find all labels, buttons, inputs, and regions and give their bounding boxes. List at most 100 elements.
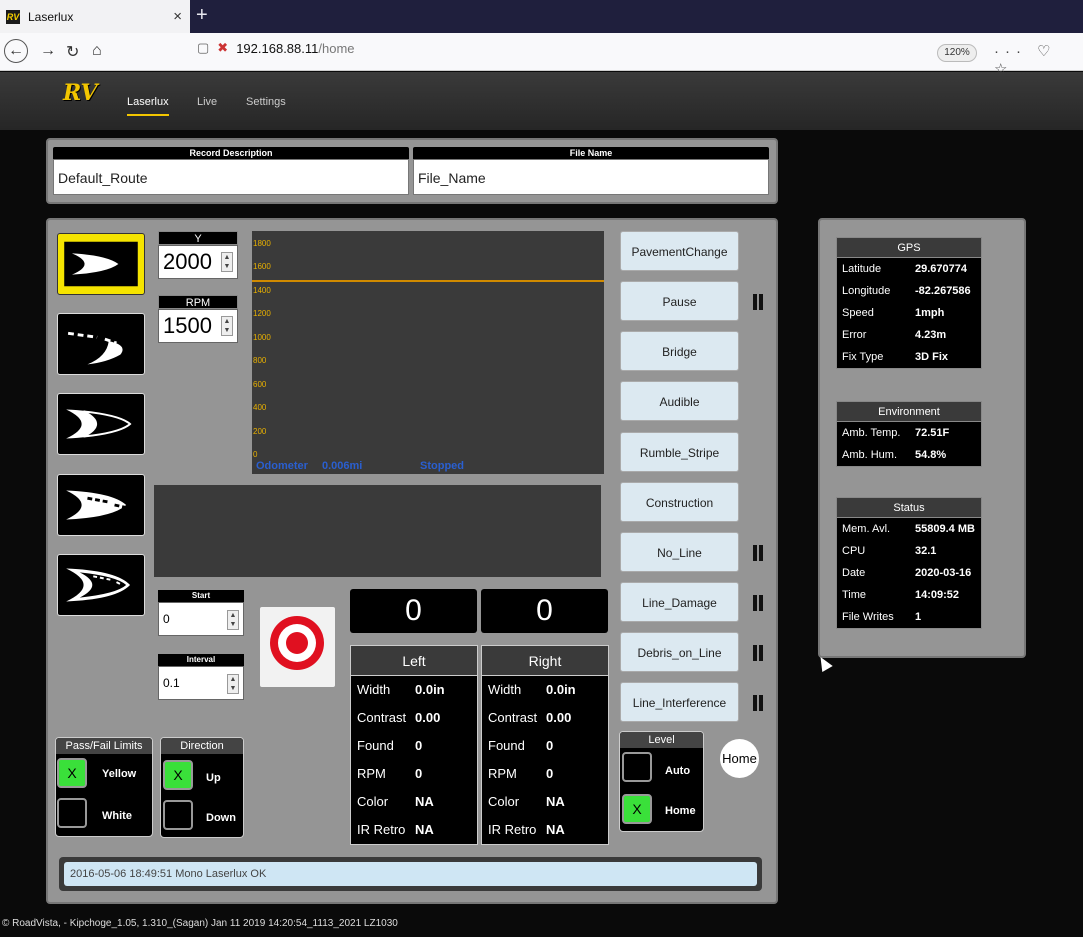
event-rumble-stripe-button[interactable]: Rumble_Stripe [620,432,739,472]
stat-key: Found [357,738,394,753]
event-pavement-change-button[interactable]: PavementChange [620,231,739,271]
rpm-value: 1500 [163,313,212,338]
auto-checkbox[interactable] [622,752,652,782]
new-tab-icon[interactable]: + [196,4,208,27]
back-icon[interactable]: ← [4,39,28,63]
info-key: Fix Type [842,351,884,363]
left-count: 0 [350,589,477,633]
left-stat-row: Found 0 [351,732,477,760]
home-button[interactable]: Home [720,739,759,778]
file-name-label: File Name [413,147,769,159]
down-label: Down [206,812,236,824]
stat-key: RPM [488,766,517,781]
pause-icon[interactable] [752,294,764,310]
event-debris-on-line-button[interactable]: Debris_on_Line [620,632,739,672]
more-icon[interactable]: ··· [994,43,1027,60]
record-description-input[interactable]: Default_Route [53,159,409,195]
info-value: 14:09:52 [915,589,960,601]
nav-live[interactable]: Live [197,96,217,108]
info-key: Latitude [842,263,882,275]
stat-value: NA [546,822,565,837]
info-key: Error [842,329,867,341]
environment-row: Amb. Temp. 72.51F [837,422,981,444]
environment-row: Amb. Hum. 54.8% [837,444,981,466]
signal-display [154,485,601,577]
event-line-interference-button[interactable]: Line_Interference [620,682,739,722]
pause-icon[interactable] [752,645,764,661]
stat-key: Width [357,682,391,697]
left-stat-row: Contrast 0.00 [351,704,477,732]
rpm-spin-arrows-icon[interactable]: ▲ ▼ [221,316,233,336]
nav-laserlux[interactable]: Laserlux [127,96,169,116]
forward-icon[interactable]: → [40,42,56,60]
insecure-lock-icon[interactable]: ✖ [217,40,228,56]
stat-key: Contrast [488,710,538,725]
reload-icon[interactable]: ↻ [66,42,79,62]
start-input[interactable]: 0 ▲ ▼ [158,602,244,636]
nav-settings[interactable]: Settings [246,96,286,108]
mode-button-2[interactable] [57,313,145,375]
stat-key: Color [488,794,520,809]
left-stat-row: RPM 0 [351,760,477,788]
pause-icon[interactable] [752,595,764,611]
gps-row: Fix Type 3D Fix [837,346,981,368]
info-value: 1 [915,611,922,623]
pause-icon[interactable] [752,695,764,711]
event-bridge-button[interactable]: Bridge [620,331,739,371]
start-spin-arrows-icon[interactable]: ▲ ▼ [227,610,239,630]
down-checkbox[interactable] [163,800,193,830]
interval-spinbox: Interval 0.1 ▲ ▼ [158,654,244,700]
y-input[interactable]: 2000 ▲ ▼ [158,245,238,279]
interval-spin-arrows-icon[interactable]: ▲ ▼ [227,674,239,694]
yellow-checkbox[interactable]: X [57,758,87,788]
left-stats: Left Width 0.0in Contrast 0.00 Found 0 RPM 0… [350,645,478,845]
interval-input[interactable]: 0.1 ▲ ▼ [158,666,244,700]
right-stat-row: Contrast 0.00 [482,704,608,732]
up-checkbox[interactable]: X [163,760,193,790]
road-double-curve-icon [66,409,132,439]
event-construction-button[interactable]: Construction [620,482,739,522]
left-stat-row: IR Retro NA [351,816,477,844]
browser-tab[interactable]: RV Laserlux × [0,0,190,33]
pocket-icon[interactable]: ♡ [1037,43,1056,60]
white-label: White [102,810,132,822]
tab-close-icon[interactable]: × [173,8,182,25]
info-value: 4.23m [915,329,947,341]
right-stat-row: Found 0 [482,732,608,760]
left-stat-row: Color NA [351,788,477,816]
event-pause-button[interactable]: Pause [620,281,739,321]
home-checkbox[interactable]: X [622,794,652,824]
odometer-value: 0.006mi [322,460,363,472]
gps-row: Speed 1mph [837,302,981,324]
stat-key: Contrast [357,710,407,725]
mode-button-4[interactable] [57,474,145,536]
url-bar[interactable]: ▢ ✖ 192.168.88.11/home [197,40,355,56]
white-checkbox[interactable] [57,798,87,828]
rpm-input[interactable]: 1500 ▲ ▼ [158,309,238,343]
pause-icon[interactable] [752,545,764,561]
right-stats: Right Width 0.0in Contrast 0.00 Found 0 RPM… [481,645,609,845]
mode-button-1[interactable] [57,233,145,295]
info-key: Amb. Temp. [842,427,901,439]
event-no-line-button[interactable]: No_Line [620,532,739,572]
file-name-input[interactable]: File_Name [413,159,769,195]
stat-value: 0 [546,766,554,781]
mode-button-3[interactable] [57,393,145,455]
chart-y-tick: 600 [253,379,267,389]
target-button[interactable] [260,607,335,687]
right-stat-row: IR Retro NA [482,816,608,844]
run-state: Stopped [420,460,464,472]
event-line-damage-button[interactable]: Line_Damage [620,582,739,622]
mode-button-5[interactable] [57,554,145,616]
home-icon[interactable]: ⌂ [92,42,102,60]
interval-value: 0.1 [163,676,180,690]
stat-value: 0.0in [415,682,445,697]
shield-icon[interactable]: ▢ [197,40,209,56]
rpm-spinbox: RPM 1500 ▲ ▼ [158,295,238,343]
zoom-indicator[interactable]: 120% [937,44,977,62]
y-spin-arrows-icon[interactable]: ▲ ▼ [221,252,233,272]
record-description: Record Description Default_Route [53,147,409,195]
stat-value: 0 [415,738,423,753]
event-audible-button[interactable]: Audible [620,381,739,421]
roadvista-logo[interactable]: RV [63,80,98,110]
